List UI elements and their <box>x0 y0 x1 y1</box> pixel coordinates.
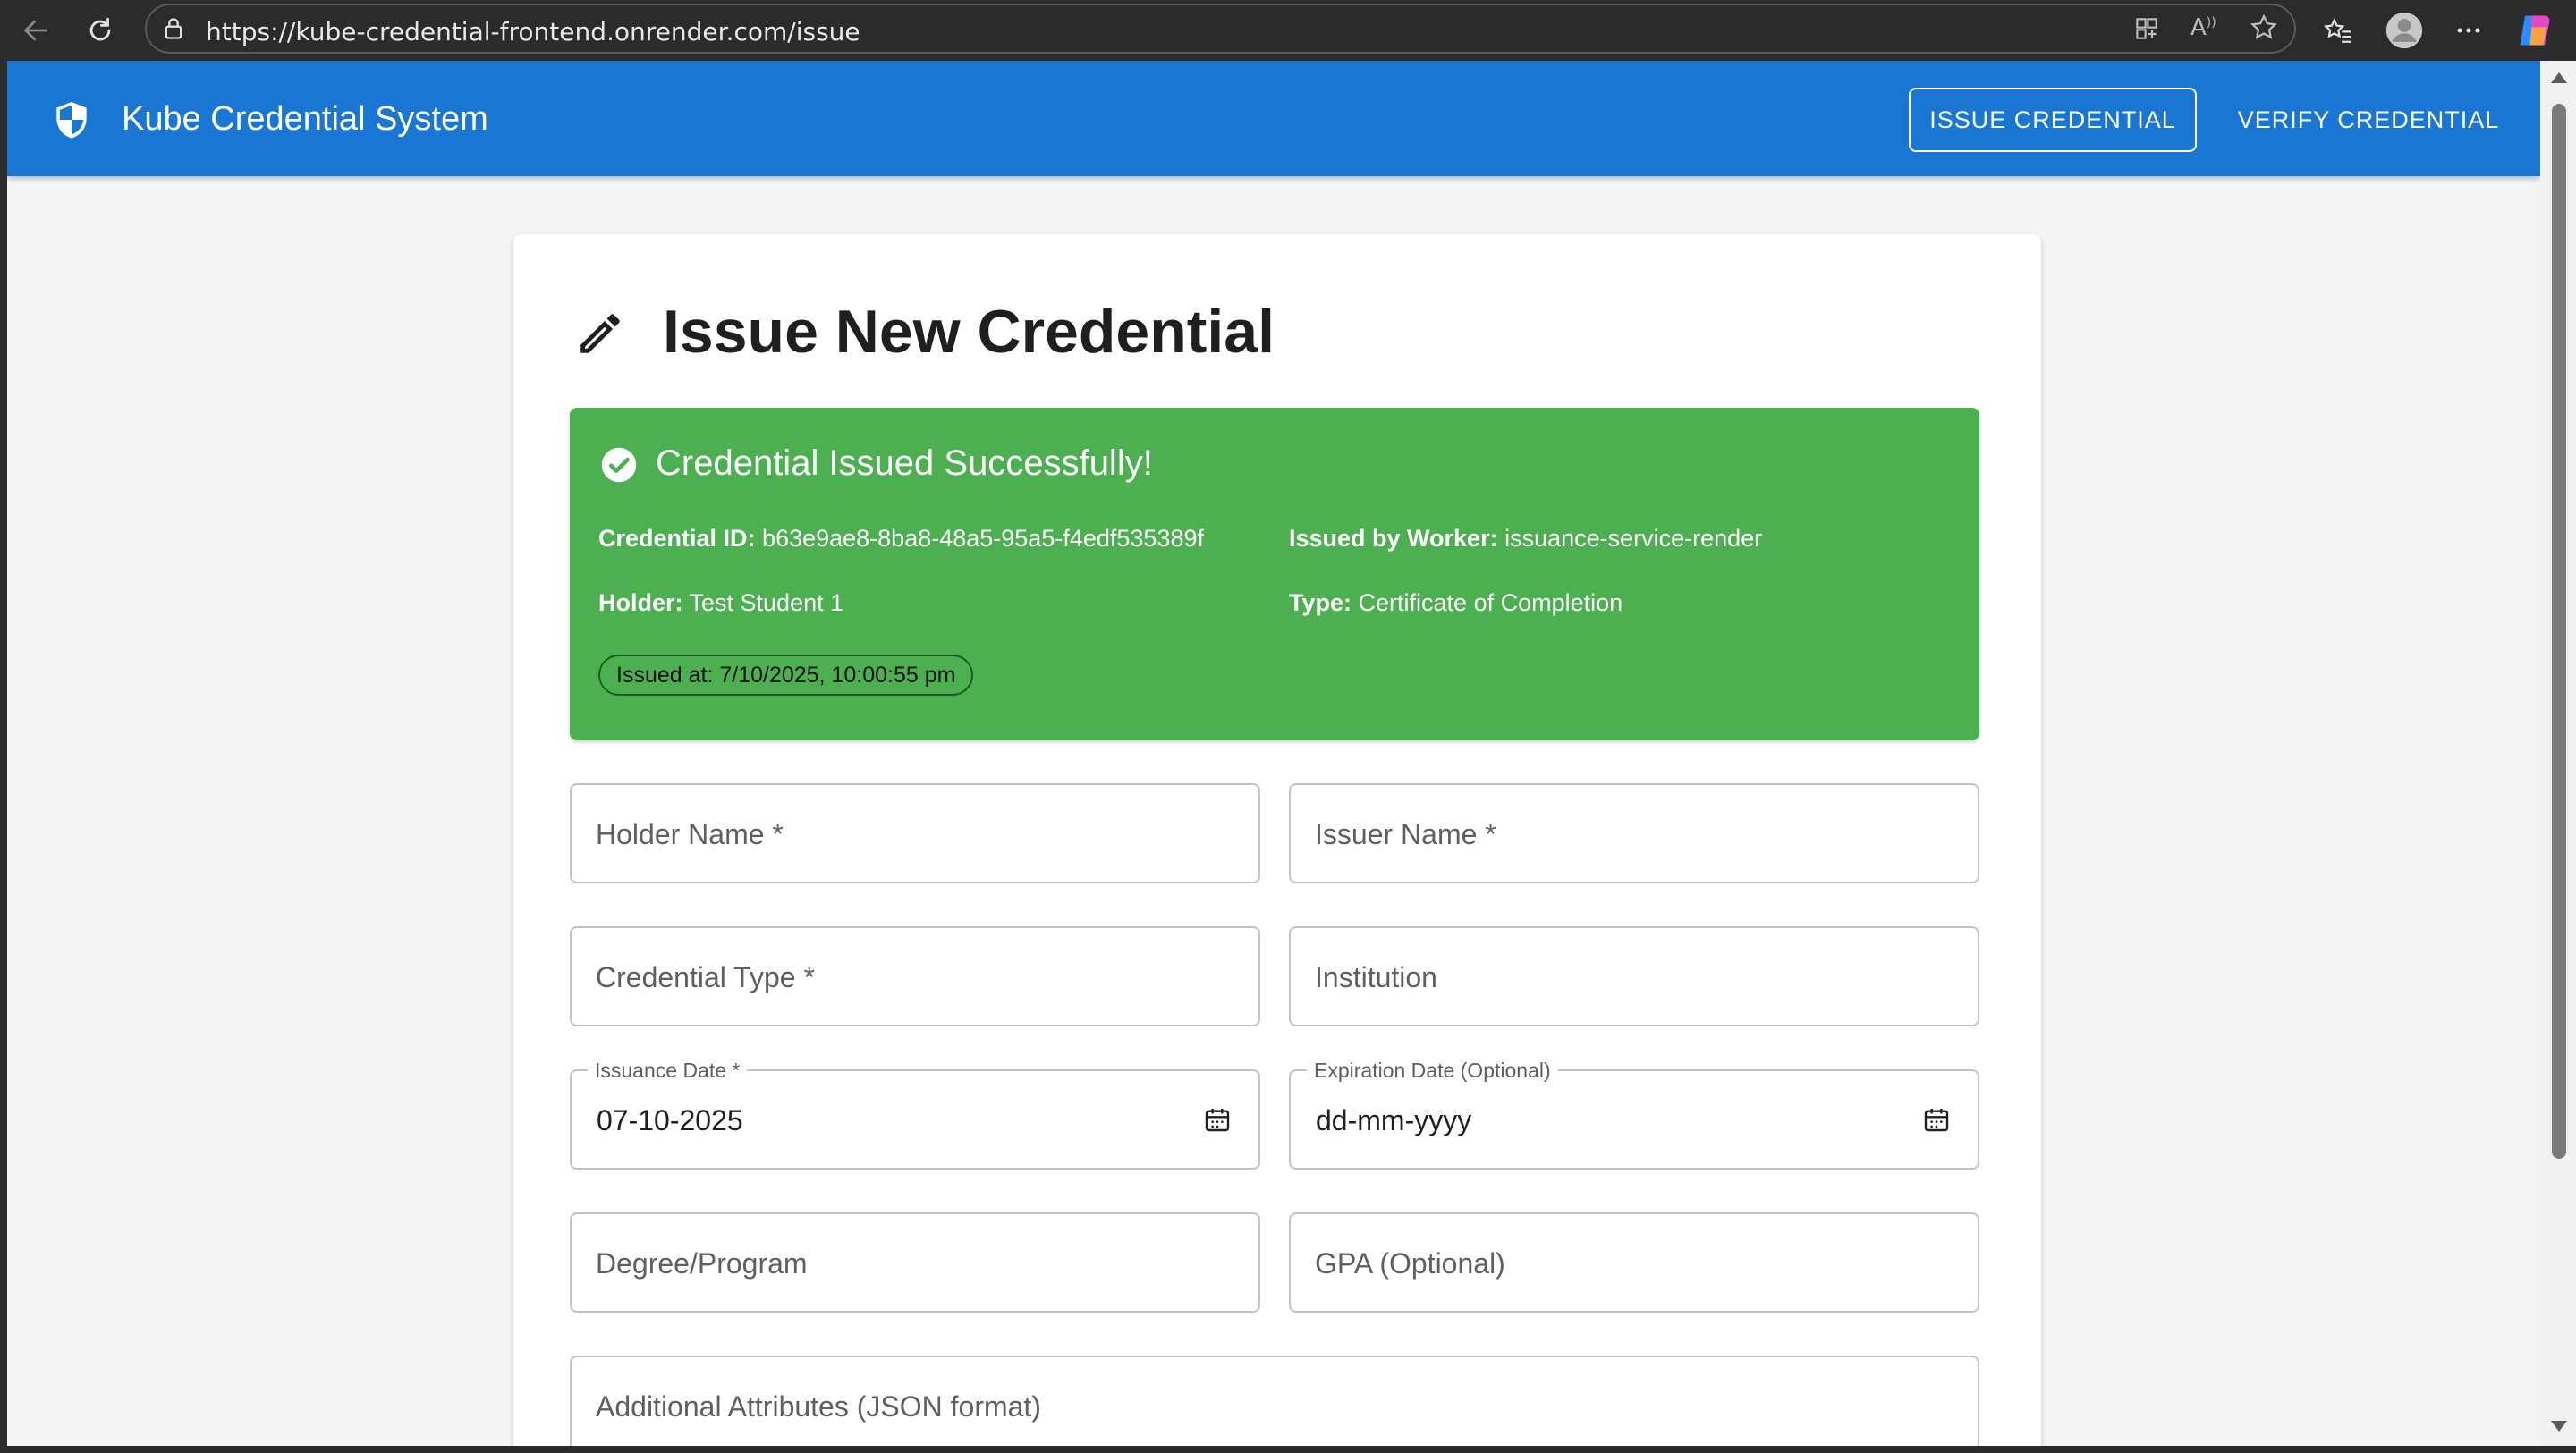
app-header: Kube Credential System ISSUE CREDENTIAL … <box>7 61 2540 176</box>
gpa-field[interactable]: GPA (Optional) <box>1289 1212 1979 1313</box>
issue-credential-nav[interactable]: ISSUE CREDENTIAL <box>1909 88 2197 152</box>
holder-name-field[interactable]: Holder Name * <box>570 783 1260 883</box>
worker-label: Issued by Worker: <box>1289 525 1498 552</box>
additional-attributes-field[interactable]: Additional Attributes (JSON format) <box>570 1356 1979 1446</box>
degree-program-placeholder: Degree/Program <box>596 1247 808 1280</box>
read-aloud-icon[interactable]: A)) <box>2190 14 2221 43</box>
gpa-placeholder: GPA (Optional) <box>1315 1247 1505 1280</box>
favorites-icon[interactable] <box>2317 9 2360 52</box>
issuance-date-field[interactable]: Issuance Date * 07-10-2025 <box>570 1059 1260 1170</box>
pencil-icon <box>580 314 620 353</box>
worker-value: issuance-service-render <box>1504 525 1763 552</box>
success-alert: Credential Issued Successfully! Credenti… <box>570 408 1979 740</box>
back-button[interactable] <box>14 9 57 52</box>
calendar-icon[interactable] <box>1203 1105 1232 1134</box>
refresh-button[interactable] <box>79 9 122 52</box>
type-value: Certificate of Completion <box>1358 589 1623 616</box>
profile-avatar[interactable] <box>2383 9 2426 52</box>
credential-id-label: Credential ID: <box>598 525 756 552</box>
back-arrow-icon <box>23 20 47 41</box>
issuer-name-placeholder: Issuer Name * <box>1315 818 1496 850</box>
issue-form-card: Issue New Credential Credential Issued S… <box>513 234 2041 1446</box>
scrollbar-thumb[interactable] <box>2552 104 2566 1159</box>
holder-row: Holder: Test Student 1 <box>598 589 843 617</box>
success-title: Credential Issued Successfully! <box>656 444 1153 483</box>
calendar-icon[interactable] <box>1922 1105 1951 1134</box>
favorite-star-icon[interactable] <box>2249 13 2279 43</box>
more-options-icon[interactable] <box>2447 9 2490 52</box>
browser-toolbar: https://kube-credential-frontend.onrende… <box>0 0 2576 61</box>
institution-field[interactable]: Institution <box>1289 926 1979 1026</box>
scroll-up-icon[interactable] <box>2551 72 2567 84</box>
check-circle-icon <box>601 447 637 483</box>
refresh-icon <box>89 17 111 41</box>
type-label: Type: <box>1289 589 1352 616</box>
app-title: Kube Credential System <box>122 100 488 138</box>
degree-program-field[interactable]: Degree/Program <box>570 1212 1260 1313</box>
lock-icon <box>165 18 182 39</box>
issuance-date-label: Issuance Date * <box>588 1059 748 1083</box>
credential-type-field[interactable]: Credential Type * <box>570 926 1260 1026</box>
additional-attributes-placeholder: Additional Attributes (JSON format) <box>596 1390 1041 1423</box>
verify-credential-nav[interactable]: VERIFY CREDENTIAL <box>2225 88 2512 152</box>
credential-type-placeholder: Credential Type * <box>596 961 815 993</box>
page-scrollbar[interactable] <box>2540 61 2576 1446</box>
page-title: Issue New Credential <box>663 298 1275 366</box>
credential-id-value: b63e9ae8-8ba8-48a5-95a5-f4edf535389f <box>762 525 1204 552</box>
expiration-date-field[interactable]: Expiration Date (Optional) dd-mm-yyyy <box>1289 1059 1979 1170</box>
issued-at-chip: Issued at: 7/10/2025, 10:00:55 pm <box>598 655 974 696</box>
issuer-name-field[interactable]: Issuer Name * <box>1289 783 1979 883</box>
institution-placeholder: Institution <box>1315 961 1437 993</box>
expiration-date-label: Expiration Date (Optional) <box>1307 1059 1558 1083</box>
holder-name-placeholder: Holder Name * <box>596 818 784 850</box>
shield-icon <box>56 102 87 139</box>
app-grid-icon[interactable] <box>2132 14 2161 43</box>
worker-row: Issued by Worker: issuance-service-rende… <box>1289 525 1762 553</box>
holder-label: Holder: <box>598 589 683 616</box>
address-bar[interactable]: https://kube-credential-frontend.onrende… <box>145 4 2296 54</box>
credential-id-row: Credential ID: b63e9ae8-8ba8-48a5-95a5-f… <box>598 525 1204 553</box>
issuance-date-value: 07-10-2025 <box>597 1104 743 1136</box>
scroll-down-icon[interactable] <box>2551 1420 2567 1432</box>
holder-value: Test Student 1 <box>689 589 844 616</box>
url-text: https://kube-credential-frontend.onrende… <box>206 17 860 46</box>
copilot-icon[interactable] <box>2513 9 2556 52</box>
expiration-date-value: dd-mm-yyyy <box>1316 1104 1472 1136</box>
page-viewport: Kube Credential System ISSUE CREDENTIAL … <box>7 61 2540 1446</box>
type-row: Type: Certificate of Completion <box>1289 589 1623 617</box>
